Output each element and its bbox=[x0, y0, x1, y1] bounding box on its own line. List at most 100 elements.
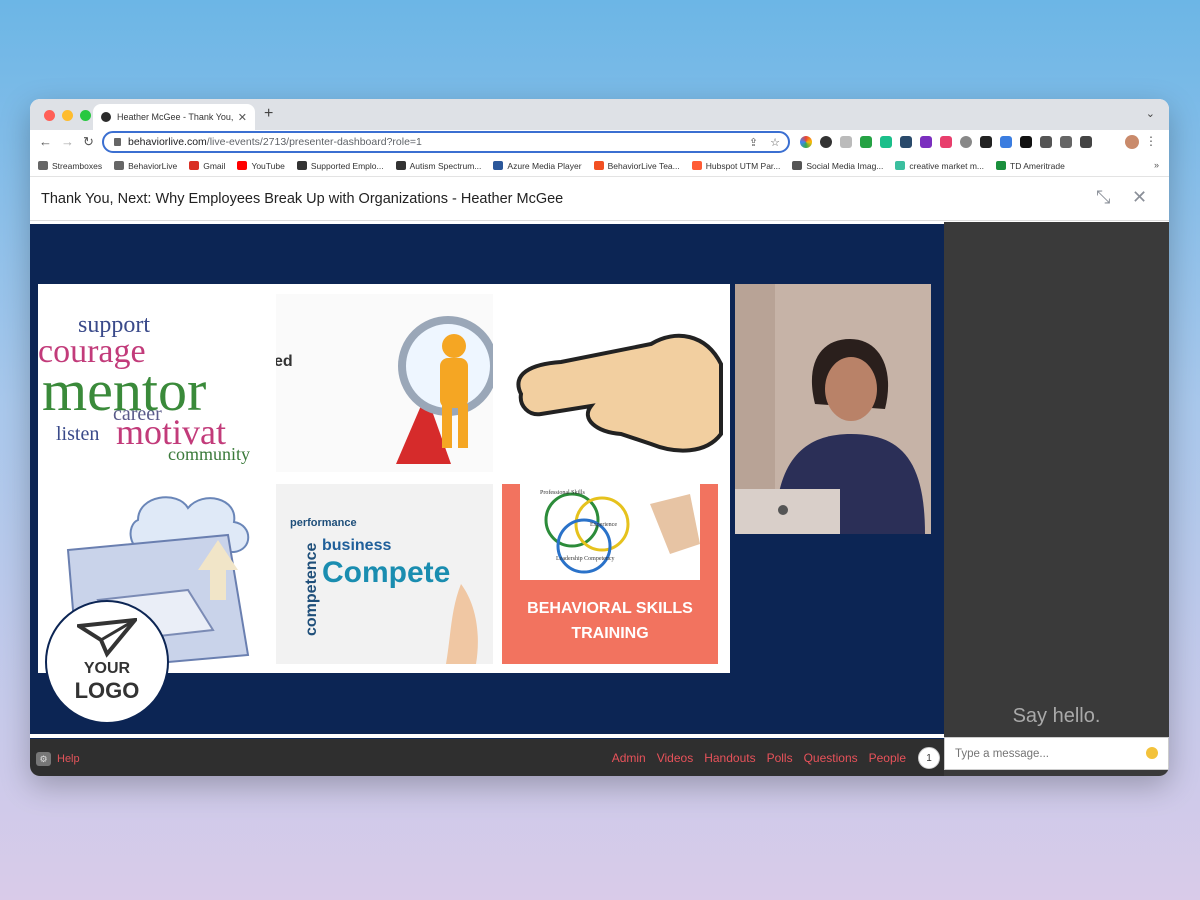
more-menu-icon[interactable]: ⋮ bbox=[1145, 134, 1157, 148]
help-link[interactable]: Help bbox=[57, 753, 80, 765]
cube-icon bbox=[296, 161, 307, 170]
extension-icon[interactable] bbox=[940, 136, 952, 148]
extension-icon[interactable] bbox=[1040, 136, 1052, 148]
competence-word-image: performance business competence Compete bbox=[290, 517, 478, 664]
extension-icon[interactable] bbox=[920, 136, 932, 148]
extension-icon[interactable] bbox=[800, 136, 812, 148]
bookmark-label: YouTube bbox=[251, 160, 285, 171]
bookmark-label: Supported Emplo... bbox=[310, 160, 384, 171]
extension-icon[interactable] bbox=[960, 136, 972, 148]
favicon-icon bbox=[101, 112, 111, 122]
bookmark-item[interactable]: Supported Emplo... bbox=[296, 160, 384, 171]
training-caption-line1: BEHAVIORAL SKILLS bbox=[527, 600, 693, 617]
word-cloud-word: community bbox=[168, 444, 250, 464]
nav-polls[interactable]: Polls bbox=[767, 751, 793, 765]
bookmark-label: TD Ameritrade bbox=[1010, 160, 1065, 171]
bottom-bar: ⚙ Help Admin Videos Handouts Polls Quest… bbox=[30, 739, 944, 776]
forward-icon[interactable]: → bbox=[61, 134, 74, 149]
slide-tile-pointing-hand bbox=[501, 284, 730, 472]
bookmark-star-icon[interactable]: ☆ bbox=[770, 136, 780, 149]
gear-icon[interactable]: ⚙ bbox=[36, 752, 51, 766]
competence-word: performance bbox=[290, 517, 357, 529]
folder-icon bbox=[38, 161, 48, 170]
chat-panel: Say hello. bbox=[944, 222, 1169, 776]
profile-avatar-icon[interactable] bbox=[1125, 135, 1139, 149]
chat-empty-message: Say hello. bbox=[1012, 705, 1101, 727]
window-controls bbox=[44, 110, 91, 121]
bookmark-item[interactable]: creative market m... bbox=[895, 161, 984, 171]
bookmark-item[interactable]: Azure Media Player bbox=[493, 161, 582, 171]
tab-search-chevron-icon[interactable]: ⌄ bbox=[1146, 107, 1155, 120]
minimize-icon[interactable]: ⤡ bbox=[1096, 187, 1110, 208]
bookmark-label: BehaviorLive bbox=[128, 160, 178, 171]
extension-icon[interactable] bbox=[900, 136, 912, 148]
bookmark-label: Streamboxes bbox=[52, 160, 103, 171]
youtube-icon bbox=[237, 161, 248, 170]
competence-word: competence bbox=[303, 543, 320, 636]
extension-icon[interactable] bbox=[980, 136, 992, 148]
tab-title: Heather McGee - Thank You, N bbox=[117, 112, 234, 122]
back-icon[interactable]: ← bbox=[39, 134, 52, 149]
venn-panel: Professional Skills Experience Leadershi… bbox=[520, 484, 700, 580]
bookmark-item[interactable]: BehaviorLive bbox=[114, 161, 177, 171]
speaker-video bbox=[735, 284, 931, 534]
bookmark-item[interactable]: Autism Spectrum... bbox=[395, 160, 482, 171]
share-icon[interactable]: ⇪ bbox=[749, 136, 758, 149]
venn-label: Professional Skills bbox=[540, 489, 586, 496]
people-count-badge[interactable]: 1 bbox=[918, 747, 940, 769]
your-logo-badge: YOUR LOGO bbox=[45, 600, 169, 724]
page-title: Thank You, Next: Why Employees Break Up … bbox=[41, 191, 564, 207]
reload-icon[interactable]: ↻ bbox=[83, 134, 94, 150]
hubspot-icon bbox=[691, 161, 702, 170]
nav-people[interactable]: People bbox=[869, 751, 906, 765]
venn-diagram-image: Professional Skills Experience Leadershi… bbox=[540, 489, 700, 574]
bookmark-label: BehaviorLive Tea... bbox=[607, 160, 680, 171]
minimize-window-button[interactable] bbox=[62, 110, 73, 121]
browser-tab[interactable]: Heather McGee - Thank You, N ✕ bbox=[93, 104, 255, 130]
nav-handouts[interactable]: Handouts bbox=[704, 751, 755, 765]
url-path: /live-events/2713/presenter-dashboard?ro… bbox=[206, 136, 422, 148]
extension-icon[interactable] bbox=[1020, 136, 1032, 148]
nav-admin[interactable]: Admin bbox=[612, 751, 646, 765]
tab-strip: Heather McGee - Thank You, N ✕ + ⌄ bbox=[30, 99, 1169, 130]
extension-icon[interactable] bbox=[840, 136, 852, 148]
pointing-hand-image bbox=[516, 333, 723, 453]
venn-label: Leadership Competency bbox=[556, 556, 614, 562]
bookmark-item[interactable]: YouTube bbox=[237, 160, 285, 171]
bookmark-label: Gmail bbox=[203, 160, 226, 171]
close-icon[interactable]: ✕ bbox=[1132, 187, 1147, 208]
bookmark-item[interactable]: TD Ameritrade bbox=[996, 161, 1065, 171]
bookmark-label: creative market m... bbox=[909, 160, 985, 171]
word-cloud-word: listen bbox=[56, 423, 99, 445]
azure-icon bbox=[493, 161, 504, 170]
nav-questions[interactable]: Questions bbox=[804, 751, 858, 765]
sidebar-icon[interactable] bbox=[1080, 136, 1092, 148]
extension-icon[interactable] bbox=[1000, 136, 1012, 148]
dashboard-nav: Admin Videos Handouts Polls Questions Pe… bbox=[612, 751, 906, 765]
bookmarks-overflow-icon[interactable]: » bbox=[1154, 160, 1159, 170]
new-tab-icon[interactable]: + bbox=[264, 105, 273, 123]
chat-message-input[interactable] bbox=[944, 737, 1169, 770]
close-tab-icon[interactable]: ✕ bbox=[238, 111, 247, 124]
venn-label: Experience bbox=[590, 522, 617, 528]
puzzle-icon[interactable] bbox=[1060, 136, 1072, 148]
bookmark-label: Autism Spectrum... bbox=[409, 160, 482, 171]
bookmark-item[interactable]: Streamboxes bbox=[38, 161, 102, 171]
bookmark-item[interactable]: Social Media Imag... bbox=[792, 161, 883, 171]
close-window-button[interactable] bbox=[44, 110, 55, 121]
address-bar[interactable]: behaviorlive.com/live-events/2713/presen… bbox=[102, 131, 790, 153]
nav-videos[interactable]: Videos bbox=[657, 751, 693, 765]
extension-icon[interactable] bbox=[880, 136, 892, 148]
browser-window: Heather McGee - Thank You, N ✕ + ⌄ ← → ↻… bbox=[30, 99, 1169, 776]
bookmark-item[interactable]: Gmail bbox=[189, 161, 225, 171]
extension-icon[interactable] bbox=[860, 136, 872, 148]
bookmark-label: Social Media Imag... bbox=[806, 160, 884, 171]
bookmark-item[interactable]: Hubspot UTM Par... bbox=[691, 161, 780, 171]
zoom-window-button[interactable] bbox=[80, 110, 91, 121]
word-cloud-image: support courage mentor motivat community… bbox=[38, 312, 250, 464]
extension-icon[interactable] bbox=[820, 136, 832, 148]
cropped-text: ed bbox=[276, 353, 293, 370]
emoji-icon[interactable] bbox=[1146, 747, 1158, 759]
presentation-stage: support courage mentor motivat community… bbox=[30, 222, 944, 739]
bookmark-item[interactable]: BehaviorLive Tea... bbox=[593, 160, 680, 171]
